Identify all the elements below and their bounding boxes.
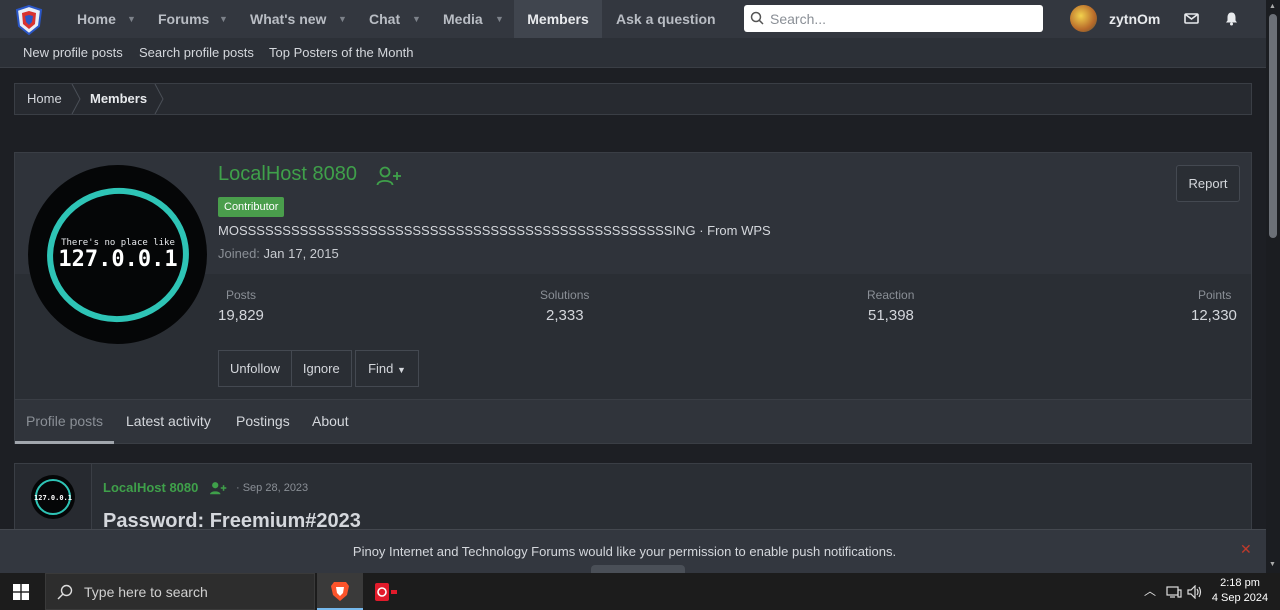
- user-avatar[interactable]: [1070, 5, 1097, 32]
- stat-reaction-label: Reaction: [867, 288, 915, 302]
- tab-latest-activity[interactable]: Latest activity: [126, 400, 211, 444]
- nav-forums[interactable]: Forums: [158, 0, 209, 38]
- nav-members[interactable]: Members: [514, 0, 602, 38]
- tab-profile-posts[interactable]: Profile posts: [15, 400, 115, 444]
- windows-start-icon[interactable]: [13, 584, 29, 600]
- subnav-top-posters[interactable]: Top Posters of the Month: [269, 38, 414, 68]
- breadcrumb: Home Members: [14, 83, 1252, 115]
- user-title-badge: Contributor: [218, 197, 285, 217]
- profile-joined: Joined: Jan 17, 2015: [218, 246, 339, 261]
- clock-time: 2:18 pm: [1220, 577, 1260, 589]
- breadcrumb-members[interactable]: Members: [90, 84, 147, 114]
- site-logo-icon[interactable]: [13, 4, 45, 36]
- sub-navigation: New profile posts Search profile posts T…: [0, 38, 1266, 68]
- taskbar-search-placeholder: Type here to search: [84, 584, 208, 600]
- push-notification-bar: Pinoy Internet and Technology Forums wou…: [0, 529, 1266, 574]
- app-icon: [375, 583, 397, 601]
- top-navigation: Home ▼ Forums ▼ What's new ▼ Chat ▼ Medi…: [0, 0, 1266, 38]
- search-input[interactable]: [770, 5, 1035, 32]
- stat-solutions-value[interactable]: 2,333: [546, 307, 584, 324]
- search-box[interactable]: [744, 5, 1043, 32]
- taskbar-search-box[interactable]: Type here to search: [45, 573, 315, 610]
- breadcrumb-home[interactable]: Home: [27, 84, 62, 114]
- post-date[interactable]: · Sep 28, 2023: [236, 482, 308, 494]
- stat-posts-value[interactable]: 19,829: [218, 307, 264, 324]
- subnav-new-profile-posts[interactable]: New profile posts: [23, 38, 123, 68]
- unfollow-button[interactable]: Unfollow: [219, 351, 292, 386]
- avatar-ring-icon: 127.0.0.1: [34, 479, 72, 515]
- nav-chat[interactable]: Chat: [369, 0, 400, 38]
- member-profile-card: There's no place like 127.0.0.1 LocalHos…: [14, 152, 1252, 444]
- nav-members-label: Members: [527, 11, 589, 27]
- taskbar-brave-browser[interactable]: [317, 573, 363, 610]
- post-avatar-text: 127.0.0.1: [34, 494, 72, 502]
- stat-posts-label: Posts: [226, 288, 257, 302]
- search-icon: [57, 584, 73, 600]
- profile-action-group: Unfollow Ignore: [218, 350, 352, 387]
- user-plus-icon[interactable]: [376, 166, 402, 186]
- breadcrumb-separator-icon: [154, 84, 164, 114]
- tab-about[interactable]: About: [312, 400, 349, 444]
- bell-icon[interactable]: [1224, 11, 1239, 26]
- taskbar-app-2[interactable]: [364, 573, 410, 610]
- subnav-search-profile-posts[interactable]: Search profile posts: [139, 38, 254, 68]
- avatar-ring-icon: There's no place like 127.0.0.1: [47, 187, 189, 323]
- post-author-name[interactable]: LocalHost 8080: [103, 480, 198, 495]
- page-scrollbar[interactable]: ▲ ▼: [1266, 0, 1280, 573]
- scroll-thumb[interactable]: [1269, 14, 1277, 238]
- breadcrumb-separator-icon: [71, 84, 81, 114]
- stat-points-label: Points: [1198, 288, 1232, 302]
- tab-postings[interactable]: Postings: [236, 400, 290, 444]
- chevron-down-icon[interactable]: ▼: [127, 0, 136, 38]
- windows-taskbar: Type here to search ︿ 2:18 pm 4 Sep 2024: [0, 573, 1280, 610]
- stat-points-value[interactable]: 12,330: [1191, 307, 1237, 324]
- find-button[interactable]: Find ▼: [355, 350, 419, 387]
- clock-date: 4 Sep 2024: [1211, 592, 1269, 604]
- avatar-line2: 127.0.0.1: [58, 247, 177, 272]
- user-plus-icon[interactable]: [209, 481, 227, 495]
- close-icon[interactable]: ✕: [1240, 541, 1252, 558]
- scroll-up-icon[interactable]: ▲: [1269, 3, 1276, 10]
- chevron-down-icon[interactable]: ▼: [338, 0, 347, 38]
- nav-media[interactable]: Media: [443, 0, 483, 38]
- find-label: Find: [368, 361, 394, 376]
- chevron-down-icon[interactable]: ▼: [219, 0, 228, 38]
- ignore-button[interactable]: Ignore: [292, 351, 351, 386]
- profile-avatar[interactable]: There's no place like 127.0.0.1: [28, 165, 207, 344]
- joined-label: Joined:: [218, 246, 260, 261]
- chevron-down-icon[interactable]: ▼: [495, 0, 504, 38]
- report-button[interactable]: Report: [1176, 165, 1240, 202]
- username[interactable]: zytnOm: [1109, 0, 1160, 38]
- search-icon: [750, 11, 764, 25]
- nav-ask-question[interactable]: Ask a question: [616, 0, 716, 38]
- post-author-avatar[interactable]: 127.0.0.1: [31, 475, 75, 519]
- nav-whats-new[interactable]: What's new: [250, 0, 326, 38]
- envelope-icon[interactable]: [1184, 11, 1199, 26]
- profile-tabs: Profile posts Latest activity Postings A…: [15, 399, 1251, 444]
- joined-date: Jan 17, 2015: [263, 246, 339, 261]
- volume-icon[interactable]: [1187, 585, 1203, 599]
- stat-reaction-value[interactable]: 51,398: [868, 307, 914, 324]
- stat-solutions-label: Solutions: [540, 288, 590, 302]
- scroll-down-icon[interactable]: ▼: [1269, 561, 1276, 568]
- nav-home[interactable]: Home: [77, 0, 116, 38]
- profile-blurb: MOSSSSSSSSSSSSSSSSSSSSSSSSSSSSSSSSSSSSSS…: [218, 223, 771, 238]
- taskbar-clock[interactable]: 2:18 pm 4 Sep 2024: [1208, 576, 1272, 606]
- chevron-down-icon[interactable]: ▼: [412, 0, 421, 38]
- network-icon[interactable]: [1166, 585, 1182, 599]
- caret-down-icon: ▼: [397, 365, 406, 375]
- chevron-up-icon[interactable]: ︿: [1144, 573, 1156, 610]
- profile-display-name[interactable]: LocalHost 8080: [218, 163, 357, 186]
- brave-lion-icon: [331, 582, 349, 601]
- push-notification-text: Pinoy Internet and Technology Forums wou…: [352, 544, 897, 559]
